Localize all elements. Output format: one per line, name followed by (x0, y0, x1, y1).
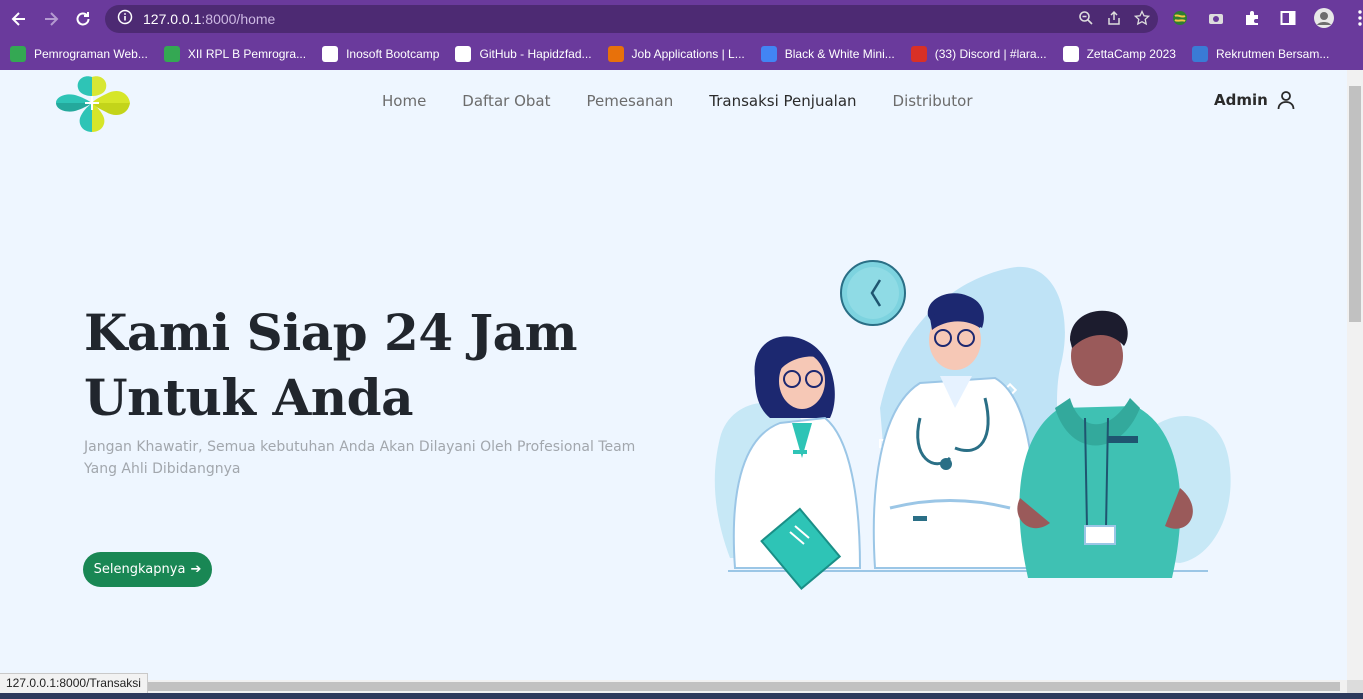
bookmark-star-icon[interactable] (1133, 9, 1151, 30)
browser-toolbar: 127.0.0.1:8000/home (0, 0, 1363, 38)
bookmark-item[interactable]: Rekrutmen Bersam... (1191, 46, 1330, 62)
bookmark-item[interactable]: XII RPL B Pemrogra... (163, 46, 307, 62)
info-icon[interactable] (117, 9, 133, 29)
nav-link-home[interactable]: Home (382, 92, 426, 110)
bookmark-favicon-icon (607, 46, 624, 62)
bookmark-label: ZettaCamp 2023 (1086, 47, 1176, 61)
url-path: :8000/home (201, 11, 276, 27)
puzzle-extensions-icon[interactable] (1240, 6, 1264, 30)
bookmark-favicon-icon (910, 46, 927, 62)
browser-menu-icon[interactable] (1348, 6, 1363, 30)
bookmark-favicon-icon (322, 46, 339, 62)
bookmark-label: Rekrutmen Bersam... (1215, 47, 1330, 61)
vertical-scrollbar-thumb[interactable] (1349, 86, 1361, 322)
hero-subtitle: Jangan Khawatir, Semua kebutuhan Anda Ak… (84, 436, 684, 480)
url-host: 127.0.0.1 (143, 11, 202, 27)
horizontal-scrollbar[interactable] (0, 680, 1347, 693)
profile-avatar[interactable] (1312, 6, 1336, 30)
bookmark-item[interactable]: GitHub - Hapidzfad... (455, 46, 592, 62)
nav-link-pemesanan[interactable]: Pemesanan (586, 92, 673, 110)
camera-extension-icon[interactable] (1204, 6, 1228, 30)
selengkapnya-button[interactable]: Selengkapnya ➔ (83, 552, 212, 587)
extension-globe-icon[interactable] (1168, 6, 1192, 30)
hero-title: Kami Siap 24 Jam Untuk Anda (84, 300, 644, 430)
taskbar-edge (0, 693, 1363, 699)
bookmark-favicon-icon (1062, 46, 1079, 62)
bookmark-favicon-icon (760, 46, 777, 62)
bookmark-label: GitHub - Hapidzfad... (479, 47, 592, 61)
bookmark-favicon-icon (163, 46, 180, 62)
zoom-icon[interactable] (1078, 10, 1094, 30)
bookmark-favicon-icon (10, 46, 26, 62)
medical-team-illustration (714, 260, 1231, 590)
bookmark-item[interactable]: Pemrograman Web... (10, 46, 148, 62)
arrow-right-icon: ➔ (190, 562, 202, 577)
nav-link-daftar-obat[interactable]: Daftar Obat (462, 92, 550, 110)
web-page: Home Daftar Obat Pemesanan Transaksi Penjua… (0, 70, 1347, 680)
bookmark-item[interactable]: Job Applications | L... (607, 46, 745, 62)
cta-label: Selengkapnya (93, 562, 186, 577)
bookmarks-bar: Pemrograman Web... XII RPL B Pemrogra... I… (0, 38, 1363, 70)
hero-subtitle-line-2: Yang Ahli Dibidangnya (84, 461, 241, 477)
bookmark-item[interactable]: ZettaCamp 2023 (1062, 46, 1176, 62)
side-panel-icon[interactable] (1276, 6, 1300, 30)
bookmark-label: XII RPL B Pemrogra... (187, 47, 307, 61)
nav-link-transaksi-penjualan[interactable]: Transaksi Penjualan (709, 92, 856, 110)
user-icon (1277, 91, 1295, 110)
bookmark-item[interactable]: Black & White Mini... (760, 46, 895, 62)
hero-title-line-2: Untuk Anda (84, 368, 413, 427)
admin-menu[interactable]: Admin (1214, 90, 1296, 110)
bookmark-label: Pemrograman Web... (34, 47, 148, 61)
hero-title-line-1: Kami Siap 24 Jam (84, 303, 577, 362)
address-bar[interactable]: 127.0.0.1:8000/home (105, 5, 1158, 33)
bookmark-favicon-icon (455, 46, 472, 62)
scrollbar-corner (1347, 680, 1363, 693)
bookmark-label: (33) Discord | #lara... (934, 47, 1047, 61)
main-nav: Home Daftar Obat Pemesanan Transaksi Penjua… (382, 92, 1009, 110)
bookmark-label: Job Applications | L... (631, 47, 745, 61)
bookmark-item[interactable]: Inosoft Bootcamp (322, 46, 439, 62)
admin-label: Admin (1214, 91, 1268, 109)
bookmark-item[interactable]: (33) Discord | #lara... (910, 46, 1047, 62)
status-bar-url: 127.0.0.1:8000/Transaksi (0, 673, 148, 694)
bookmark-label: Inosoft Bootcamp (346, 47, 440, 61)
bookmark-favicon-icon (1191, 46, 1208, 62)
bookmark-label: Black & White Mini... (784, 47, 895, 61)
vertical-scrollbar[interactable] (1347, 70, 1363, 680)
reload-icon[interactable] (67, 3, 99, 35)
back-icon[interactable] (3, 3, 35, 35)
horizontal-scrollbar-thumb[interactable] (0, 682, 1340, 691)
share-icon[interactable] (1106, 10, 1122, 30)
pharmacy-logo[interactable] (54, 74, 130, 132)
hero-subtitle-line-1: Jangan Khawatir, Semua kebutuhan Anda Ak… (84, 439, 636, 455)
forward-icon[interactable] (35, 3, 67, 35)
nav-link-distributor[interactable]: Distributor (893, 92, 973, 110)
